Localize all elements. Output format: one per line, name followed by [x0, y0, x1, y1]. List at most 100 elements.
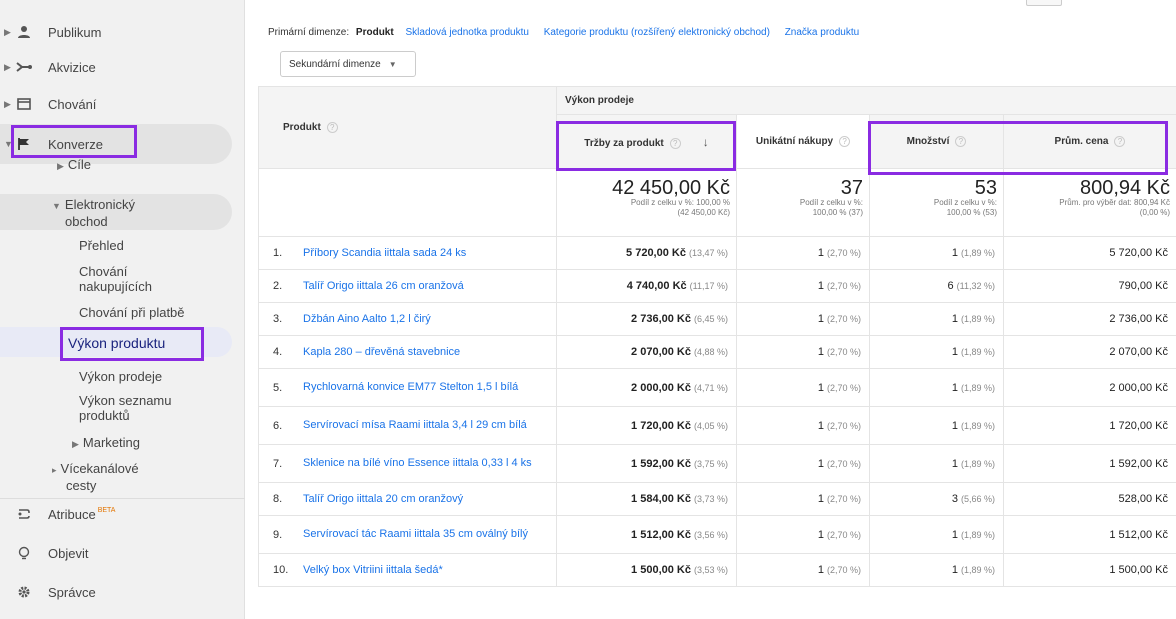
- nav-elektronicky-obchod[interactable]: ▼ Elektronický obchod: [52, 197, 135, 229]
- nav-chovani-pri-platbe[interactable]: Chování při platbě: [79, 305, 185, 320]
- revenue-percent: (3,73 %): [693, 494, 728, 504]
- total-share-detail: 100,00 % (37): [812, 208, 863, 217]
- unique-purchases-value: 1: [817, 564, 824, 576]
- revenue-percent: (4,88 %): [693, 347, 728, 357]
- nav-prehled[interactable]: Přehled: [79, 238, 124, 253]
- help-icon[interactable]: ?: [1114, 136, 1126, 147]
- table-row: 8. Talíř Origo iittala 20 cm oranžový 1 58…: [258, 482, 1176, 516]
- row-number: 9.: [273, 528, 283, 541]
- help-icon[interactable]: ?: [839, 136, 851, 147]
- sort-down-icon[interactable]: ↓: [703, 135, 709, 149]
- revenue-cell: 2 736,00 Kč (6,45 %): [556, 302, 737, 336]
- product-cell: 9. Servírovací tác Raami iittala 35 cm ov…: [258, 515, 557, 554]
- quantity-cell: 1 (1,89 %): [869, 406, 1004, 445]
- column-header-revenue[interactable]: Tržby za produkt? ↓: [556, 114, 737, 169]
- quantity-percent: (1,89 %): [960, 458, 995, 469]
- secondary-dimension-dropdown[interactable]: Sekundární dimenze ▼: [280, 51, 416, 77]
- nav-label: Chování: [48, 96, 97, 112]
- column-header-product[interactable]: Produkt?: [258, 86, 557, 169]
- revenue-value: 2 070,00 Kč: [631, 346, 691, 358]
- dimension-link-brand[interactable]: Značka produktu: [785, 27, 860, 38]
- collapse-caret-icon: ▼: [4, 139, 13, 149]
- help-icon[interactable]: ?: [326, 122, 338, 133]
- nav-label: Přehled: [79, 238, 124, 253]
- total-revenue: 42 450,00 Kč Podíl z celku v %: 100,00 %(…: [556, 168, 737, 237]
- revenue-value: 1 592,00 Kč: [631, 457, 691, 470]
- quantity-cell: 3 (5,66 %): [869, 482, 1004, 516]
- dimension-link-sku[interactable]: Skladová jednotka produktu: [405, 27, 528, 38]
- beta-badge: BETA: [97, 506, 116, 514]
- totals-empty-cell: [258, 168, 557, 237]
- quantity-value: 1: [951, 528, 958, 541]
- help-icon[interactable]: ?: [669, 137, 681, 149]
- total-value: 53: [974, 177, 997, 199]
- product-link[interactable]: Džbán Aino Aalto 1,2 l čirý: [303, 313, 548, 326]
- avg-price-value: 1 720,00 Kč: [1109, 419, 1169, 432]
- unique-purchases-value: 1: [817, 493, 824, 505]
- nav-vykon-prodeje[interactable]: Výkon prodeje: [79, 369, 162, 384]
- attribution-icon: [16, 506, 32, 522]
- nav-publikum[interactable]: ▶ Publikum: [0, 15, 245, 49]
- unique-purchases-value: 1: [817, 381, 824, 394]
- avg-price-value: 790,00 Kč: [1118, 280, 1169, 292]
- unique-purchases-value: 1: [817, 528, 824, 541]
- nav-objevit[interactable]: Objevit: [0, 536, 245, 570]
- table-row: 5. Rychlovarná konvice EM77 Stelton 1,5 l…: [258, 368, 1176, 407]
- product-cell: 2. Talíř Origo iittala 26 cm oranžová: [258, 269, 557, 303]
- nav-cile[interactable]: ▶ Cíle: [57, 157, 91, 174]
- quantity-cell: 1 (1,89 %): [869, 444, 1004, 483]
- nav-label: Akvizice: [48, 59, 96, 75]
- column-header-avg-price[interactable]: Prům. cena?: [1002, 114, 1176, 169]
- quantity-value: 1: [951, 419, 958, 432]
- product-link[interactable]: Servírovací tác Raami iittala 35 cm ovál…: [303, 528, 548, 541]
- product-cell: 5. Rychlovarná konvice EM77 Stelton 1,5 l…: [258, 368, 557, 407]
- total-avg-price: 800,94 Kč Prům. pro výběr dat: 800,94 Kč(…: [1002, 168, 1176, 237]
- column-header-quantity[interactable]: Množství?: [869, 114, 1004, 169]
- nav-akvizice[interactable]: ▶ Akvizice: [0, 50, 245, 84]
- help-icon[interactable]: ?: [955, 136, 967, 147]
- unique-purchases-percent: (2,70 %): [826, 382, 861, 393]
- unique-purchases-value: 1: [817, 346, 824, 358]
- product-link[interactable]: Rychlovarná konvice EM77 Stelton 1,5 l b…: [303, 381, 548, 394]
- unique-purchases-cell: 1 (2,70 %): [736, 482, 870, 516]
- nav-vykon-produktu[interactable]: Výkon produktu: [68, 336, 165, 351]
- nav-konverze[interactable]: ▼ Konverze: [0, 127, 245, 161]
- product-link[interactable]: Talíř Origo iittala 26 cm oranžová: [303, 280, 548, 293]
- avg-price-value: 1 512,00 Kč: [1109, 528, 1169, 541]
- dimension-link-category[interactable]: Kategorie produktu (rozšířený elektronic…: [544, 27, 770, 38]
- nav-label: Konverze: [48, 136, 103, 152]
- revenue-cell: 1 584,00 Kč (3,73 %): [556, 482, 737, 516]
- product-link[interactable]: Velký box Vitriini iittala šedá*: [303, 564, 548, 577]
- quantity-value: 3: [951, 493, 958, 505]
- unique-purchases-percent: (2,70 %): [826, 347, 861, 357]
- primary-dimension-label: Primární dimenze:: [268, 27, 350, 38]
- revenue-percent: (3,53 %): [693, 565, 728, 575]
- nav-chovani-nakupujicich[interactable]: Chování nakupujících: [79, 264, 152, 294]
- product-link[interactable]: Servírovací mísa Raami iittala 3,4 l 29 …: [303, 419, 548, 432]
- product-link[interactable]: Talíř Origo iittala 20 cm oranžový: [303, 493, 548, 506]
- header-label: Výkon prodeje: [565, 95, 634, 106]
- revenue-value: 2 736,00 Kč: [631, 313, 691, 325]
- nav-vicekanalove-cesty[interactable]: ▸ Vícekanálové cesty: [52, 461, 139, 493]
- unique-purchases-value: 1: [817, 419, 824, 432]
- nav-atribuce[interactable]: Atribuce BETA: [0, 497, 245, 531]
- product-link[interactable]: Kapla 280 – dřevěná stavebnice: [303, 346, 548, 359]
- nav-label: Chování: [79, 264, 128, 279]
- revenue-value: 4 740,00 Kč: [626, 280, 687, 292]
- nav-marketing[interactable]: ▶ Marketing: [72, 435, 140, 452]
- nav-label: Publikum: [48, 24, 102, 40]
- unique-purchases-value: 1: [817, 247, 824, 259]
- revenue-cell: 1 500,00 Kč (3,53 %): [556, 553, 737, 587]
- revenue-percent: (11,17 %): [689, 281, 728, 291]
- table-row: 10. Velký box Vitriini iittala šedá* 1 500…: [258, 553, 1176, 587]
- nav-vykon-seznamu-produktu[interactable]: Výkon seznamu produktů: [79, 393, 172, 423]
- product-link[interactable]: Sklenice na bílé víno Essence iittala 0,…: [303, 457, 548, 470]
- total-share-detail: (0,00 %): [1139, 208, 1171, 217]
- column-header-unique-purchases[interactable]: Unikátní nákupy?: [736, 114, 870, 169]
- nav-spravce[interactable]: Správce: [0, 575, 245, 609]
- quantity-percent: (1,89 %): [960, 529, 995, 540]
- nav-chovani[interactable]: ▶ Chování: [0, 87, 245, 121]
- product-link[interactable]: Příbory Scandia iittala sada 24 ks: [303, 247, 548, 260]
- toolbar-button[interactable]: [1026, 0, 1062, 6]
- avg-price-cell: 2 070,00 Kč: [1002, 335, 1176, 369]
